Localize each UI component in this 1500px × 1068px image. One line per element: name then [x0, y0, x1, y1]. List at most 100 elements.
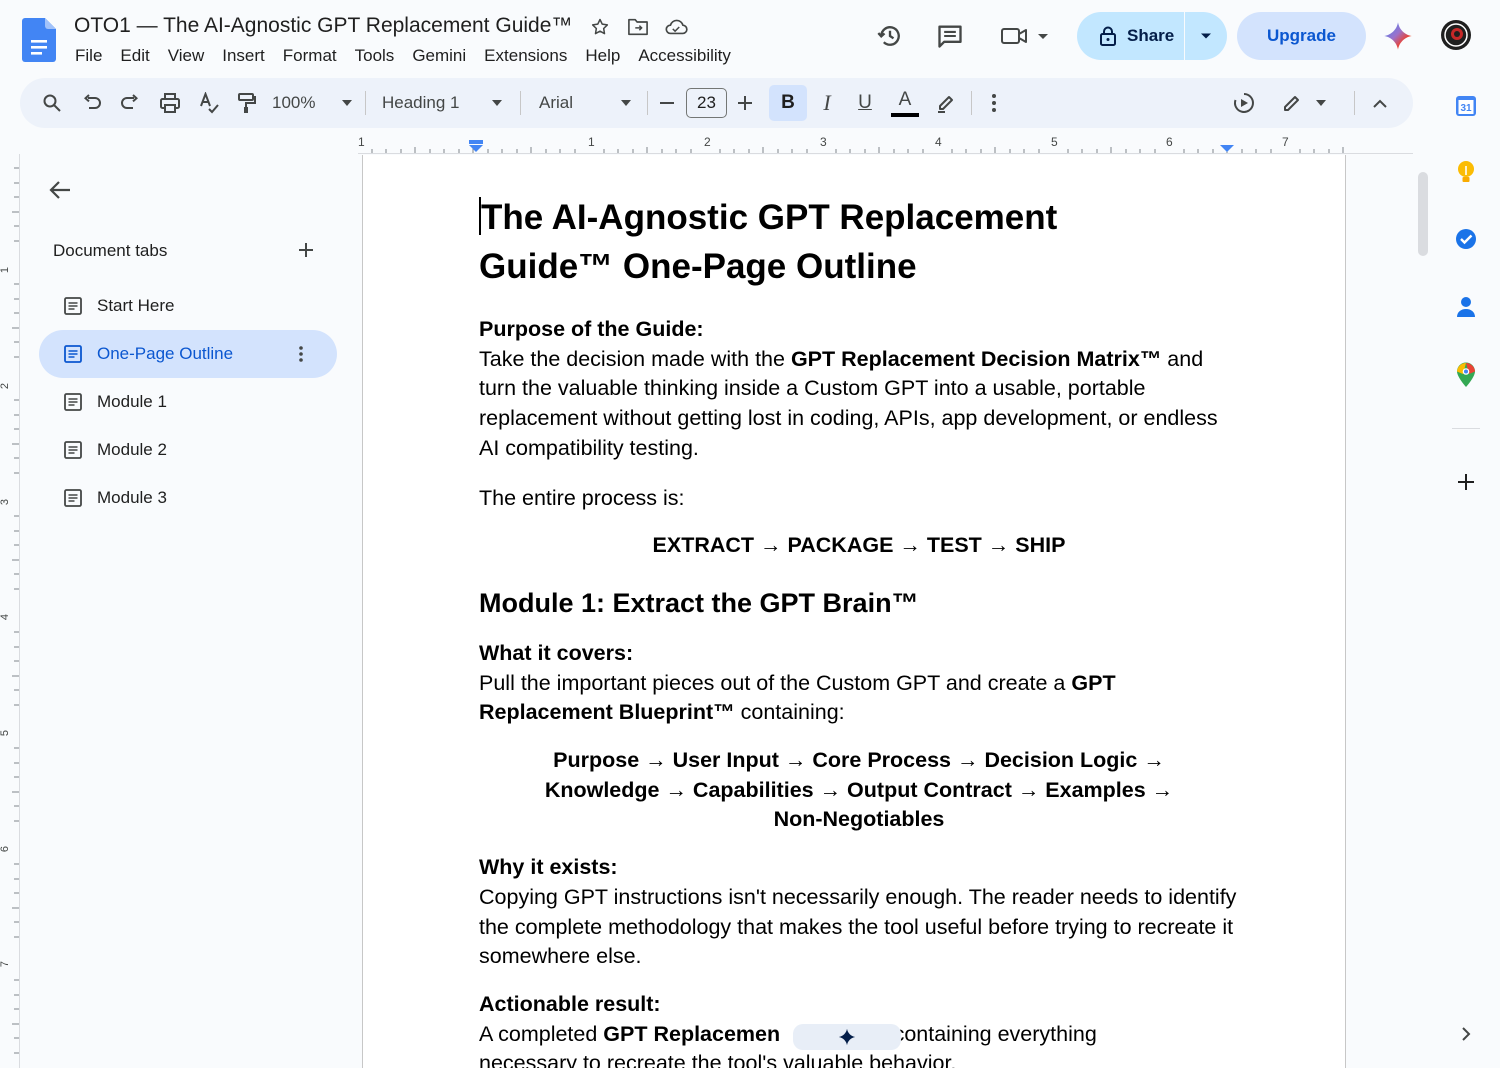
menu-help[interactable]: Help	[576, 44, 629, 68]
document-body[interactable]: The AI-Agnostic GPT Replacement Guide™ O…	[479, 193, 1239, 1068]
underline-button[interactable]: U	[853, 89, 877, 117]
covers-text: Pull the important pieces out of the Cus…	[479, 670, 1072, 695]
menu-format[interactable]: Format	[274, 44, 346, 68]
menu-view[interactable]: View	[159, 44, 214, 68]
menu-edit[interactable]: Edit	[111, 44, 158, 68]
cloud-saved-icon[interactable]	[664, 15, 688, 39]
docs-logo-icon[interactable]	[22, 18, 56, 62]
purpose-bold: GPT Replacement Decision Matrix™	[790, 346, 1162, 371]
paragraph-style-select[interactable]: Heading 1	[382, 89, 502, 117]
vertical-scrollbar[interactable]	[1418, 172, 1428, 256]
chevron-down-icon	[1201, 33, 1211, 39]
upgrade-button[interactable]: Upgrade	[1237, 12, 1366, 60]
covers-text-2: containing:	[734, 700, 845, 725]
menu-file[interactable]: File	[66, 44, 111, 68]
toolbar-divider	[971, 91, 972, 115]
add-icon[interactable]	[1452, 468, 1480, 496]
spellcheck-icon[interactable]	[196, 89, 222, 117]
sparkle-icon	[838, 1028, 856, 1046]
purpose-paragraph: Take the decision made with the GPT Repl…	[479, 345, 1239, 464]
document-tabs-sidebar: Document tabs Start Here One-Page Outlin…	[22, 154, 362, 1068]
right-indent-marker	[1220, 145, 1234, 152]
add-tab-icon[interactable]	[294, 238, 318, 262]
gemini-assist-chip[interactable]	[793, 1024, 901, 1050]
chevron-down-icon	[492, 100, 502, 106]
document-page[interactable]: The AI-Agnostic GPT Replacement Guide™ O…	[362, 155, 1346, 1068]
editing-mode-select[interactable]	[1282, 89, 1326, 117]
document-title[interactable]: OTO1 — The AI-Agnostic GPT Replacement G…	[74, 14, 572, 38]
heading-line-2: Guide™ One-Page Outline	[479, 247, 917, 286]
gemini-icon[interactable]	[1382, 20, 1414, 52]
increase-font-size-icon[interactable]	[734, 89, 756, 117]
ruler-ticks	[371, 140, 1344, 153]
side-panel: 31	[1440, 80, 1492, 1068]
maps-icon[interactable]	[1452, 361, 1480, 389]
tab-label: One-Page Outline	[97, 344, 234, 363]
menu-tools[interactable]: Tools	[346, 44, 404, 68]
calendar-icon[interactable]: 31	[1452, 92, 1480, 120]
move-folder-icon[interactable]	[626, 15, 650, 39]
pencil-icon	[1284, 96, 1299, 111]
tab-label: Module 3	[97, 488, 167, 507]
document-icon	[64, 393, 82, 411]
horizontal-ruler[interactable]: 1 1 2 3 4 5 6 7	[358, 132, 1413, 154]
decrease-font-size-icon[interactable]	[656, 89, 678, 117]
expand-icon[interactable]	[1452, 1020, 1480, 1048]
share-dropdown[interactable]	[1185, 32, 1227, 40]
document-heading[interactable]: The AI-Agnostic GPT Replacement Guide™ O…	[479, 193, 1239, 291]
document-tabs-heading: Document tabs	[53, 241, 168, 260]
text-color-button[interactable]: A	[890, 86, 920, 120]
font-size-input[interactable]: 23	[686, 88, 727, 118]
toolbar-divider	[365, 91, 366, 115]
keep-icon[interactable]	[1452, 158, 1480, 186]
hide-menus-icon[interactable]	[1369, 89, 1391, 117]
process-flow: EXTRACT → PACKAGE → TEST → SHIP	[652, 533, 1066, 558]
menu-gemini[interactable]: Gemini	[403, 44, 475, 68]
italic-button[interactable]: I	[815, 89, 839, 117]
menu-extensions[interactable]: Extensions	[475, 44, 576, 68]
history-icon[interactable]	[874, 20, 906, 52]
comment-icon[interactable]	[934, 20, 966, 52]
paint-format-icon[interactable]	[234, 89, 260, 117]
tasks-icon[interactable]	[1452, 225, 1480, 253]
zoom-value: 100%	[272, 93, 316, 112]
tab-module-3[interactable]: Module 3	[39, 474, 337, 522]
toolbar-divider	[520, 91, 521, 115]
share-button[interactable]: Share	[1077, 12, 1227, 60]
vertical-ruler[interactable]: 1 2 3 4 5 6 7	[0, 154, 20, 1068]
more-options-icon[interactable]	[984, 89, 1004, 117]
menu-bar: File Edit View Insert Format Tools Gemin…	[66, 44, 740, 68]
highlight-color-icon[interactable]	[934, 89, 958, 117]
meet-icon[interactable]	[1000, 20, 1052, 52]
redo-icon[interactable]	[118, 89, 142, 117]
search-menus-icon[interactable]	[40, 89, 64, 117]
process-intro: The entire process is:	[479, 485, 685, 510]
menu-accessibility[interactable]: Accessibility	[629, 44, 740, 68]
tab-one-page-outline[interactable]: One-Page Outline	[39, 330, 337, 378]
why-heading: Why it exists:	[479, 855, 618, 880]
star-icon[interactable]	[588, 15, 612, 39]
font-select[interactable]: Arial	[539, 89, 631, 117]
print-icon[interactable]	[157, 89, 183, 117]
menu-insert[interactable]: Insert	[213, 44, 274, 68]
bold-button[interactable]: B	[769, 85, 807, 121]
left-indent-marker	[469, 145, 483, 152]
side-panel-divider	[1452, 428, 1480, 429]
avatar[interactable]	[1441, 20, 1471, 50]
tab-start-here[interactable]: Start Here	[39, 282, 337, 330]
blueprint-line-1: Purpose → User Input → Core Process → De…	[553, 748, 1165, 773]
tab-module-1[interactable]: Module 1	[39, 378, 337, 426]
gemini-edit-icon[interactable]	[1231, 89, 1257, 117]
back-arrow-icon[interactable]	[46, 176, 74, 204]
document-icon	[64, 297, 82, 315]
contacts-icon[interactable]	[1452, 293, 1480, 321]
tab-options-icon[interactable]	[289, 342, 313, 366]
tab-module-2[interactable]: Module 2	[39, 426, 337, 474]
toolbar-divider	[647, 91, 648, 115]
document-icon	[64, 489, 82, 507]
zoom-select[interactable]: 100%	[272, 89, 352, 117]
why-paragraph: Copying GPT instructions isn't necessari…	[479, 884, 1237, 969]
undo-icon[interactable]	[80, 89, 104, 117]
tab-label: Module 2	[97, 440, 167, 459]
style-value: Heading 1	[382, 93, 460, 112]
